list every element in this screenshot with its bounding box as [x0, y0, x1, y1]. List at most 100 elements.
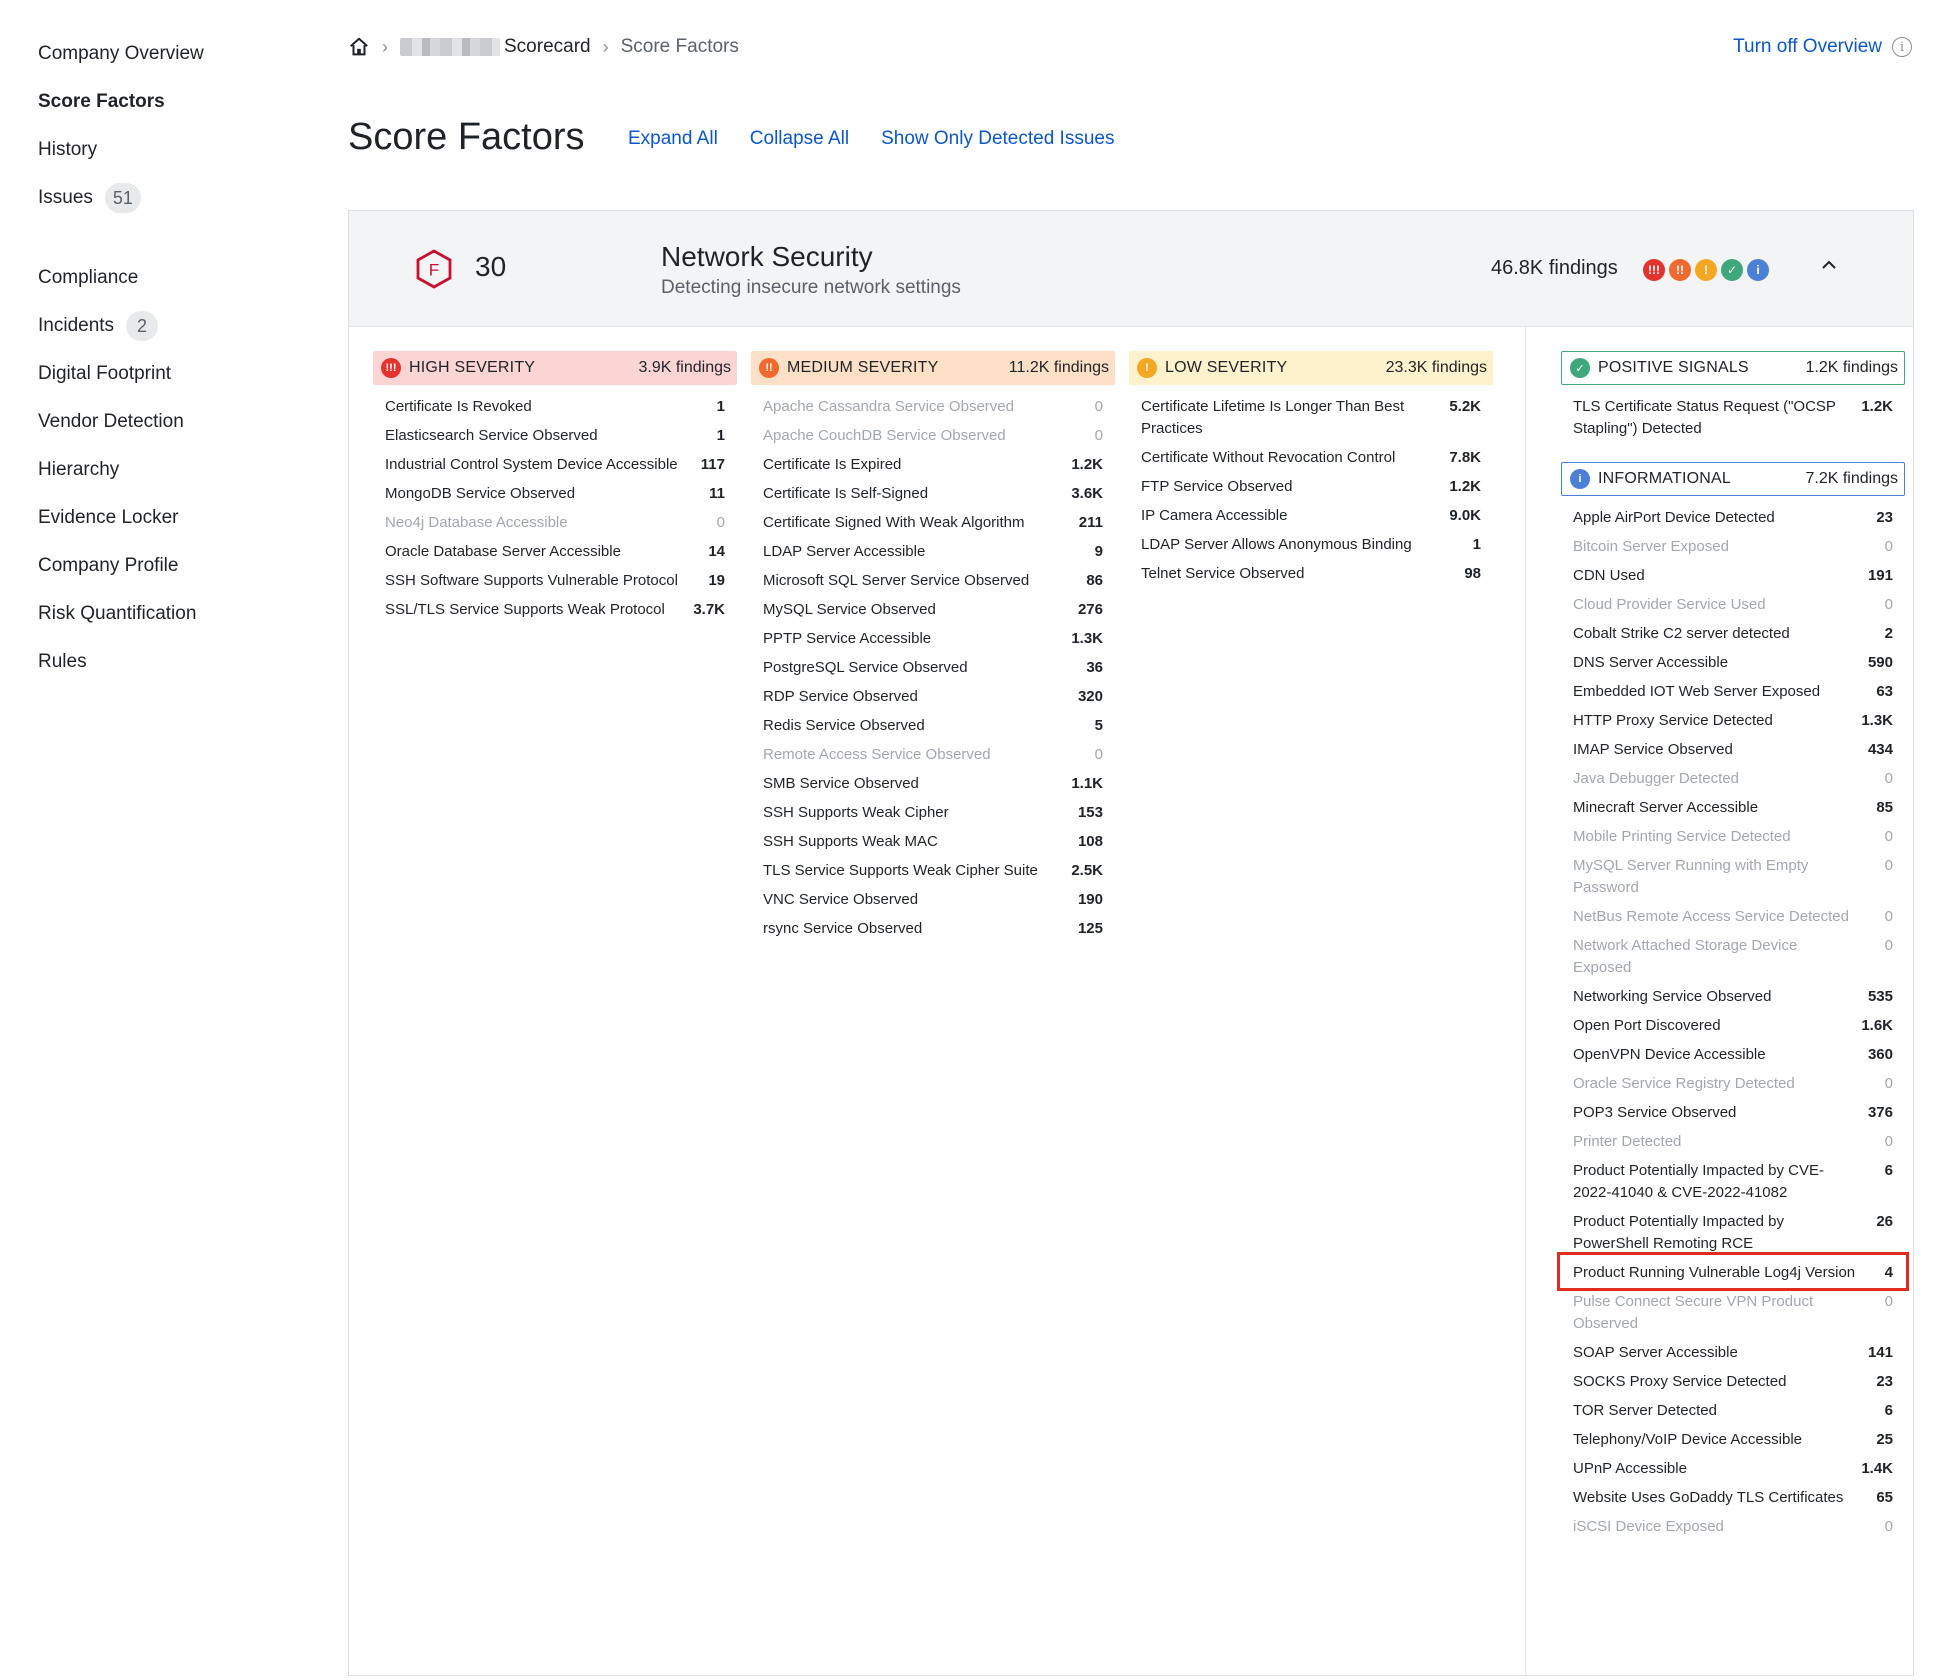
finding-row[interactable]: SSH Supports Weak Cipher 153: [763, 797, 1103, 826]
finding-row[interactable]: IP Camera Accessible 9.0K: [1141, 500, 1481, 529]
sidebar-item-rules[interactable]: Rules: [38, 638, 298, 686]
turn-off-overview[interactable]: Turn off Overview i: [1733, 32, 1912, 62]
finding-row[interactable]: Oracle Database Server Accessible 14: [385, 536, 725, 565]
finding-row[interactable]: DNS Server Accessible 590: [1573, 647, 1893, 676]
finding-row[interactable]: TOR Server Detected 6: [1573, 1395, 1893, 1424]
sidebar-item-company-profile[interactable]: Company Profile: [38, 542, 298, 590]
category-header[interactable]: F 30 Network Security Detecting insecure…: [349, 211, 1913, 327]
finding-row[interactable]: UPnP Accessible 1.4K: [1573, 1453, 1893, 1482]
finding-row[interactable]: Certificate Is Expired 1.2K: [763, 449, 1103, 478]
finding-row[interactable]: Cloud Provider Service Used 0: [1573, 589, 1893, 618]
finding-row[interactable]: MongoDB Service Observed 11: [385, 478, 725, 507]
turn-off-overview-link[interactable]: Turn off Overview: [1733, 36, 1882, 58]
show-detected-issues-link[interactable]: Show Only Detected Issues: [881, 128, 1114, 150]
category-findings: 46.8K findings: [1491, 257, 1618, 279]
finding-row[interactable]: LDAP Server Allows Anonymous Binding 1: [1141, 529, 1481, 558]
sidebar-item-score-factors[interactable]: Score Factors: [38, 78, 298, 126]
finding-row[interactable]: SSH Supports Weak MAC 108: [763, 826, 1103, 855]
finding-row[interactable]: TLS Certificate Status Request ("OCSP St…: [1573, 391, 1893, 442]
finding-row[interactable]: OpenVPN Device Accessible 360: [1573, 1039, 1893, 1068]
finding-row[interactable]: SOAP Server Accessible 141: [1573, 1337, 1893, 1366]
finding-row[interactable]: Industrial Control System Device Accessi…: [385, 449, 725, 478]
finding-row[interactable]: Bitcoin Server Exposed 0: [1573, 531, 1893, 560]
finding-row[interactable]: Pulse Connect Secure VPN Product Observe…: [1573, 1286, 1893, 1337]
finding-row[interactable]: Website Uses GoDaddy TLS Certificates 65: [1573, 1482, 1893, 1511]
finding-row[interactable]: Product Potentially Impacted by CVE-2022…: [1573, 1155, 1893, 1206]
breadcrumb-current: Score Factors: [620, 36, 739, 57]
finding-row[interactable]: Oracle Service Registry Detected 0: [1573, 1068, 1893, 1097]
finding-row[interactable]: VNC Service Observed 190: [763, 884, 1103, 913]
category-title: Network Security: [661, 241, 873, 272]
sidebar-item-evidence-locker[interactable]: Evidence Locker: [38, 494, 298, 542]
sidebar-item-history[interactable]: History: [38, 126, 298, 174]
info-icon[interactable]: i: [1892, 37, 1912, 57]
sidebar-item-issues[interactable]: Issues 51: [38, 174, 298, 222]
finding-row[interactable]: Redis Service Observed 5: [763, 710, 1103, 739]
finding-row[interactable]: Certificate Without Revocation Control 7.…: [1141, 442, 1481, 471]
category-subtitle: Detecting insecure network settings: [661, 277, 961, 298]
finding-row[interactable]: CDN Used 191: [1573, 560, 1893, 589]
home-icon[interactable]: [348, 36, 370, 58]
sidebar-item-hierarchy[interactable]: Hierarchy: [38, 446, 298, 494]
network-security-card: F 30 Network Security Detecting insecure…: [348, 210, 1914, 1676]
finding-row[interactable]: Network Attached Storage Device Exposed 0: [1573, 930, 1893, 981]
sidebar-item-company-overview[interactable]: Company Overview: [38, 30, 298, 78]
finding-row[interactable]: Apache Cassandra Service Observed 0: [763, 391, 1103, 420]
finding-name: Printer Detected: [1573, 1133, 1682, 1150]
finding-row[interactable]: Certificate Signed With Weak Algorithm 21…: [763, 507, 1103, 536]
finding-row[interactable]: POP3 Service Observed 376: [1573, 1097, 1893, 1126]
finding-row[interactable]: Java Debugger Detected 0: [1573, 763, 1893, 792]
collapse-all-link[interactable]: Collapse All: [750, 128, 849, 150]
finding-row[interactable]: Product Running Vulnerable Log4j Version…: [1573, 1257, 1893, 1286]
finding-row[interactable]: SSL/TLS Service Supports Weak Protocol 3.…: [385, 594, 725, 623]
finding-name: PPTP Service Accessible: [763, 630, 932, 647]
finding-row[interactable]: MySQL Service Observed 276: [763, 594, 1103, 623]
finding-row[interactable]: Open Port Discovered 1.6K: [1573, 1010, 1893, 1039]
finding-row[interactable]: Telnet Service Observed 98: [1141, 558, 1481, 587]
category-score: 30: [475, 251, 507, 282]
finding-row[interactable]: Cobalt Strike C2 server detected 2: [1573, 618, 1893, 647]
finding-row[interactable]: FTP Service Observed 1.2K: [1141, 471, 1481, 500]
finding-row[interactable]: Certificate Is Self-Signed 3.6K: [763, 478, 1103, 507]
finding-row[interactable]: Networking Service Observed 535: [1573, 981, 1893, 1010]
finding-row[interactable]: NetBus Remote Access Service Detected 0: [1573, 901, 1893, 930]
finding-row[interactable]: iSCSI Device Exposed 0: [1573, 1511, 1893, 1540]
sidebar-item-risk-quantification[interactable]: Risk Quantification: [38, 590, 298, 638]
medium-severity-column: !! MEDIUM SEVERITY 11.2K findings Apache…: [751, 351, 1115, 942]
finding-row[interactable]: Printer Detected 0: [1573, 1126, 1893, 1155]
finding-row[interactable]: SMB Service Observed 1.1K: [763, 768, 1103, 797]
finding-row[interactable]: HTTP Proxy Service Detected 1.3K: [1573, 705, 1893, 734]
breadcrumb-scorecard[interactable]: Scorecard: [504, 36, 591, 58]
finding-row[interactable]: Elasticsearch Service Observed 1: [385, 420, 725, 449]
expand-all-link[interactable]: Expand All: [628, 128, 718, 150]
finding-row[interactable]: Telephony/VoIP Device Accessible 25: [1573, 1424, 1893, 1453]
finding-row[interactable]: Remote Access Service Observed 0: [763, 739, 1103, 768]
finding-row[interactable]: SOCKS Proxy Service Detected 23: [1573, 1366, 1893, 1395]
finding-row[interactable]: SSH Software Supports Vulnerable Protoco…: [385, 565, 725, 594]
sidebar-item-incidents[interactable]: Incidents 2: [38, 302, 298, 350]
finding-row[interactable]: Apple AirPort Device Detected 23: [1573, 502, 1893, 531]
finding-row[interactable]: LDAP Server Accessible 9: [763, 536, 1103, 565]
finding-row[interactable]: MySQL Server Running with Empty Password…: [1573, 850, 1893, 901]
finding-row[interactable]: Certificate Lifetime Is Longer Than Best…: [1141, 391, 1481, 442]
high-severity-label: HIGH SEVERITY: [409, 359, 536, 376]
sidebar-item-vendor-detection[interactable]: Vendor Detection: [38, 398, 298, 446]
finding-row[interactable]: PostgreSQL Service Observed 36: [763, 652, 1103, 681]
finding-row[interactable]: Embedded IOT Web Server Exposed 63: [1573, 676, 1893, 705]
finding-row[interactable]: rsync Service Observed 125: [763, 913, 1103, 942]
finding-row[interactable]: Neo4j Database Accessible 0: [385, 507, 725, 536]
finding-row[interactable]: IMAP Service Observed 434: [1573, 734, 1893, 763]
finding-row[interactable]: Product Potentially Impacted by PowerShe…: [1573, 1206, 1893, 1257]
finding-row[interactable]: Apache CouchDB Service Observed 0: [763, 420, 1103, 449]
sidebar-item-digital-footprint[interactable]: Digital Footprint: [38, 350, 298, 398]
finding-row[interactable]: Minecraft Server Accessible 85: [1573, 792, 1893, 821]
finding-row[interactable]: TLS Service Supports Weak Cipher Suite 2.…: [763, 855, 1103, 884]
chevron-up-icon[interactable]: [1819, 255, 1839, 275]
sidebar-item-compliance[interactable]: Compliance: [38, 254, 298, 302]
finding-row[interactable]: Mobile Printing Service Detected 0: [1573, 821, 1893, 850]
finding-row[interactable]: Microsoft SQL Server Service Observed 86: [763, 565, 1103, 594]
finding-row[interactable]: PPTP Service Accessible 1.3K: [763, 623, 1103, 652]
company-name-redacted[interactable]: [400, 38, 500, 56]
finding-row[interactable]: RDP Service Observed 320: [763, 681, 1103, 710]
finding-row[interactable]: Certificate Is Revoked 1: [385, 391, 725, 420]
